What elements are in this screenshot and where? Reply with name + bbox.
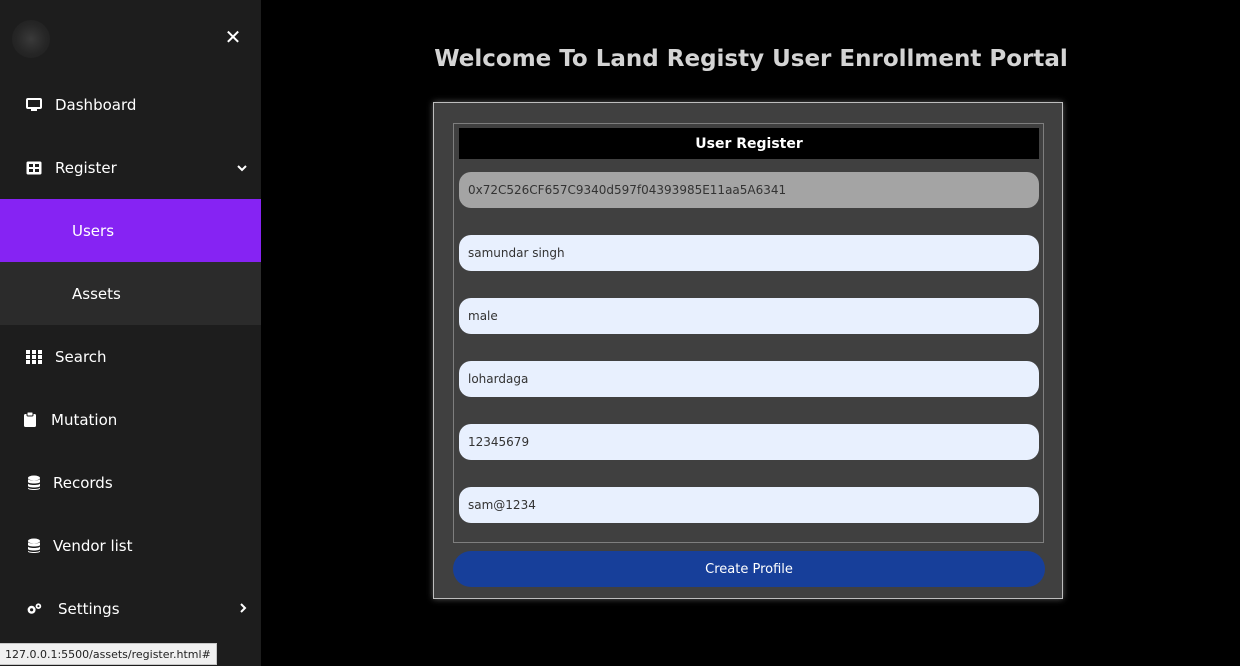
- sidebar-item-users[interactable]: Users: [0, 199, 261, 262]
- database-icon: [26, 475, 42, 491]
- sidebar-item-label: Vendor list: [53, 536, 133, 555]
- sidebar-item-label: Users: [72, 221, 115, 240]
- chevron-down-icon: [237, 161, 247, 175]
- close-icon[interactable]: ✕: [220, 24, 246, 50]
- sidebar-item-label: Search: [55, 347, 107, 366]
- sidebar-item-search[interactable]: Search: [0, 325, 261, 388]
- avatar: [12, 20, 50, 58]
- register-panel: User Register Create Profile: [433, 102, 1063, 599]
- sidebar-item-records[interactable]: Records: [0, 451, 261, 514]
- table-icon: [26, 160, 42, 176]
- gears-icon: [26, 601, 42, 617]
- status-bar-url: 127.0.0.1:5500/assets/register.html#: [0, 643, 217, 665]
- database-icon: [26, 538, 42, 554]
- register-form: User Register: [453, 123, 1044, 543]
- sidebar-item-dashboard[interactable]: Dashboard: [0, 73, 261, 136]
- sidebar-item-vendor-list[interactable]: Vendor list: [0, 514, 261, 577]
- create-profile-button[interactable]: Create Profile: [453, 551, 1045, 587]
- sidebar-item-label: Settings: [58, 599, 120, 618]
- location-field[interactable]: [459, 361, 1039, 397]
- phone-field[interactable]: [459, 424, 1039, 460]
- sidebar-item-register[interactable]: Register: [0, 136, 261, 199]
- sidebar-item-mutation[interactable]: Mutation: [0, 388, 261, 451]
- monitor-icon: [26, 97, 42, 113]
- sidebar-item-label: Records: [53, 473, 113, 492]
- chevron-right-icon: [239, 602, 247, 616]
- name-field[interactable]: [459, 235, 1039, 271]
- sidebar-item-label: Register: [55, 158, 117, 177]
- page-title: Welcome To Land Registy User Enrollment …: [434, 46, 1068, 72]
- password-field[interactable]: [459, 487, 1039, 523]
- grid-icon: [26, 349, 42, 365]
- clipboard-icon: [22, 412, 38, 428]
- sidebar-item-label: Mutation: [51, 410, 118, 429]
- sidebar-item-label: Assets: [72, 284, 121, 303]
- form-heading: User Register: [459, 128, 1039, 159]
- sidebar: ✕ Dashboard Register Users Assets Search…: [0, 0, 261, 666]
- sidebar-item-label: Dashboard: [55, 95, 137, 114]
- wallet-address-field[interactable]: [459, 172, 1039, 208]
- sidebar-item-assets[interactable]: Assets: [0, 262, 261, 325]
- gender-field[interactable]: [459, 298, 1039, 334]
- sidebar-item-settings[interactable]: Settings: [0, 577, 261, 640]
